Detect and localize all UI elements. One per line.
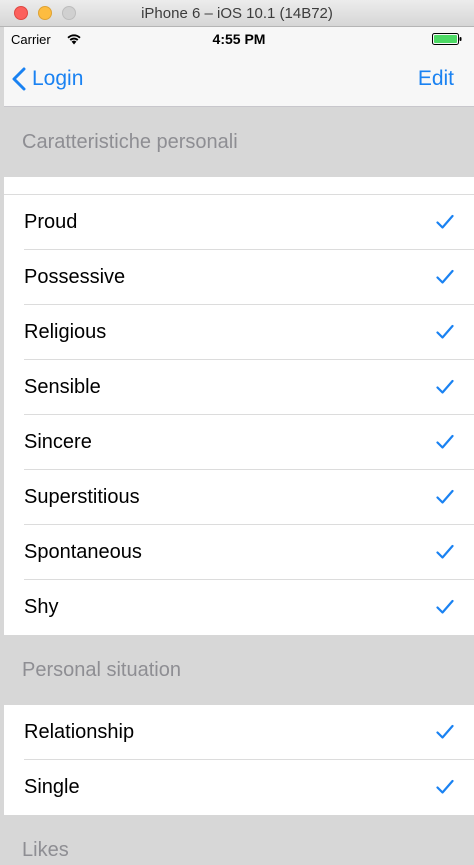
list-item-label: Spontaneous [24,541,142,563]
list-item[interactable]: Spontaneous [4,525,474,580]
back-button[interactable]: Login [12,63,83,95]
list-item-label: Religious [24,321,107,343]
checkmark-icon [436,379,454,394]
simulator-screen: Carrier 4:55 PM Login Edit Caratteristic… [4,27,474,865]
window-title: iPhone 6 – iOS 10.1 (14B72) [141,5,333,22]
table-view[interactable]: Caratteristiche personali Proud Possessi… [4,107,474,865]
list-item[interactable]: Relationship [4,705,474,760]
edit-button[interactable]: Edit [418,67,454,91]
list-item-label: Possessive [24,266,126,288]
list-item-label: Sensible [24,376,101,398]
checkmark-icon [436,269,454,284]
list-item[interactable]: Single [4,760,474,815]
list-item-label: Superstitious [24,486,140,508]
section-header: Personal situation [4,635,474,705]
list-item[interactable]: Possessive [4,250,474,305]
section-header: Likes [4,815,474,865]
list-item[interactable]: Sincere [4,415,474,470]
list-item-label: Proud [24,211,78,233]
checkmark-icon [436,599,454,614]
table-spacer [4,177,474,195]
section-personal-situation: Relationship Single [4,705,474,815]
checkmark-icon [436,324,454,339]
list-item-label: Sincere [24,431,92,453]
checkmark-icon [436,434,454,449]
chevron-left-icon [12,67,26,91]
battery-icon [432,33,462,45]
list-item-label: Single [24,776,80,798]
checkmark-icon [436,779,454,794]
status-time: 4:55 PM [212,31,266,47]
checkmark-icon [436,724,454,739]
list-item[interactable]: Shy [4,580,474,635]
list-item[interactable]: Proud [4,195,474,250]
section-personal-traits: Proud Possessive Religious Sensible Sinc… [4,195,474,635]
simulator-titlebar: iPhone 6 – iOS 10.1 (14B72) [0,0,474,27]
list-item[interactable]: Religious [4,305,474,360]
checkmark-icon [436,544,454,559]
list-item-label: Relationship [24,721,135,743]
status-bar: Carrier 4:55 PM [4,27,474,51]
back-button-label: Login [32,67,84,90]
navigation-bar: Login Edit [4,51,474,107]
checkmark-icon [436,214,454,229]
checkmark-icon [436,489,454,504]
list-item[interactable]: Sensible [4,360,474,415]
section-header: Caratteristiche personali [4,107,474,177]
list-item-label: Shy [24,596,59,618]
list-item[interactable]: Superstitious [4,470,474,525]
